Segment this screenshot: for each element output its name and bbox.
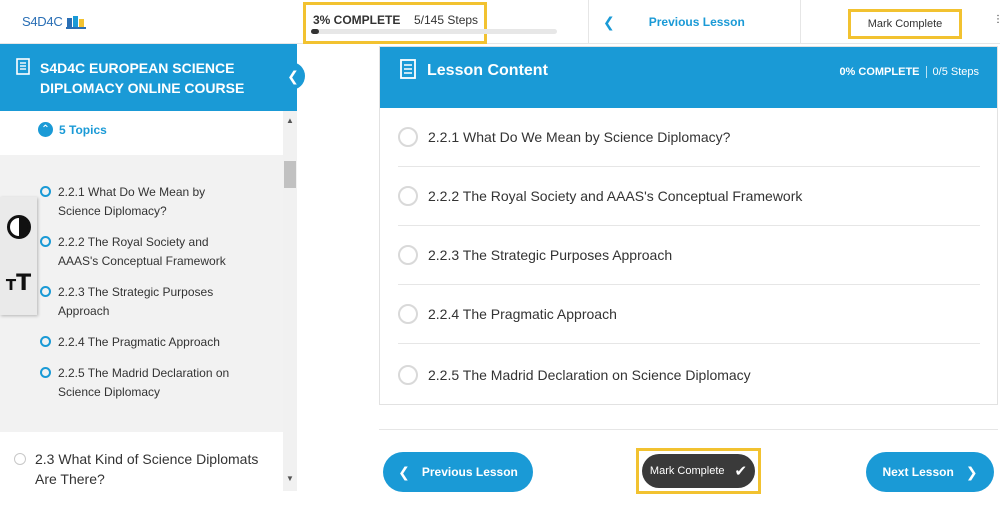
top-bar: S4D4C 3% COMPLETE 5/145 Steps ❮ Previous… [0, 0, 1000, 44]
sidebar-topic-label: 2.2.3 The Strategic Purposes Approach [58, 285, 214, 318]
scroll-down-arrow-icon[interactable]: ▼ [283, 471, 297, 485]
top-previous-lesson-label: Previous Lesson [648, 15, 745, 29]
lesson-topic-row[interactable]: 2.2.2 The Royal Society and AAAS's Conce… [398, 167, 980, 226]
lesson-topic-row[interactable]: 2.2.1 What Do We Mean by Science Diploma… [398, 108, 980, 167]
sidebar-lesson-item[interactable]: 2.3 What Kind of Science Diplomats Are T… [14, 449, 269, 489]
lesson-topic-row[interactable]: 2.2.3 The Strategic Purposes Approach [398, 226, 980, 285]
lesson-content-progress: 0% COMPLETE 0/5 Steps [839, 66, 979, 78]
logo-books-icon [66, 16, 87, 29]
mark-complete-button[interactable]: Mark Complete ✔ [642, 454, 755, 488]
progress-percent: 3% COMPLETE [313, 13, 401, 27]
topic-status-icon [40, 236, 51, 247]
book-icon [400, 59, 416, 79]
sidebar-topic-item[interactable]: 2.2.4 The Pragmatic Approach [40, 333, 250, 352]
lesson-topic-label: 2.2.4 The Pragmatic Approach [428, 306, 617, 322]
next-lesson-button[interactable]: Next Lesson ❯ [866, 452, 994, 492]
sidebar-body: ⌃ 5 Topics 2.2.1 What Do We Mean by Scie… [0, 111, 283, 491]
next-lesson-label: Next Lesson [882, 465, 954, 479]
mark-complete-highlight: Mark Complete ✔ [636, 448, 761, 494]
sidebar-topic-label: 2.2.2 The Royal Society and AAAS's Conce… [58, 235, 226, 268]
lesson-content-header: Lesson Content 0% COMPLETE 0/5 Steps [380, 47, 997, 108]
sidebar-header: S4D4C EUROPEAN SCIENCE DIPLOMACY ONLINE … [0, 44, 297, 111]
lesson-status-icon [14, 453, 26, 465]
check-icon: ✔ [734, 463, 748, 480]
sidebar-collapse-button[interactable]: ❮ [281, 62, 305, 90]
topic-status-icon [40, 367, 51, 378]
top-previous-lesson-button[interactable]: ❮ Previous Lesson [603, 0, 745, 44]
lesson-topic-row[interactable]: 2.2.4 The Pragmatic Approach [398, 285, 980, 344]
lesson-progress-percent: 0% COMPLETE [839, 66, 920, 78]
divider [588, 0, 589, 44]
lesson-topic-label: 2.2.2 The Royal Society and AAAS's Conce… [428, 188, 803, 204]
chevron-left-icon: ❮ [398, 463, 410, 480]
divider [925, 66, 927, 78]
book-icon [16, 58, 30, 75]
chevron-right-icon: ❯ [965, 463, 978, 480]
scroll-up-arrow-icon[interactable]: ▲ [283, 113, 297, 127]
lesson-topic-row[interactable]: 2.2.5 The Madrid Declaration on Science … [398, 345, 980, 404]
sidebar-topic-label: 2.2.1 What Do We Mean by Science Diploma… [58, 185, 206, 218]
lesson-progress-steps: 0/5 Steps [932, 66, 979, 78]
sidebar-topic-item[interactable]: 2.2.1 What Do We Mean by Science Diploma… [40, 183, 250, 221]
topic-incomplete-icon [398, 245, 418, 265]
course-title: S4D4C EUROPEAN SCIENCE DIPLOMACY ONLINE … [40, 60, 245, 96]
progress-bar [311, 29, 557, 34]
progress-bar-fill [311, 29, 319, 34]
topics-panel: 2.2.1 What Do We Mean by Science Diploma… [0, 155, 283, 432]
sidebar-lesson-label: 2.3 What Kind of Science Diplomats Are T… [35, 451, 259, 487]
contrast-icon [6, 215, 31, 239]
chevron-left-icon: ❮ [287, 67, 299, 84]
sidebar-scrollbar[interactable]: ▲ ▼ [283, 111, 297, 491]
previous-lesson-label: Previous Lesson [421, 465, 518, 479]
topics-toggle[interactable]: ⌃ 5 Topics [38, 122, 107, 137]
topic-incomplete-icon [398, 304, 418, 324]
lesson-topic-label: 2.2.1 What Do We Mean by Science Diploma… [428, 129, 731, 145]
progress-highlight: 3% COMPLETE 5/145 Steps [303, 2, 487, 44]
top-mark-complete-label: Mark Complete [867, 18, 943, 30]
previous-lesson-button[interactable]: ❮ Previous Lesson [383, 452, 533, 492]
topic-status-icon [40, 286, 51, 297]
lesson-topic-label: 2.2.5 The Madrid Declaration on Science … [428, 366, 751, 383]
topic-status-icon [40, 186, 51, 197]
text-size-icon: TT [5, 270, 32, 296]
chevron-left-icon: ❮ [603, 13, 615, 30]
logo-text: S4D4C [22, 13, 63, 29]
contrast-toggle-button[interactable] [0, 199, 37, 255]
logo[interactable]: S4D4C [22, 11, 87, 31]
top-mark-complete-button[interactable]: Mark Complete [848, 9, 962, 39]
topics-toggle-label: 5 Topics [59, 122, 107, 137]
footer-divider [379, 429, 998, 430]
sidebar-topic-item[interactable]: 2.2.5 The Madrid Declaration on Science … [40, 364, 250, 402]
sidebar-topic-item[interactable]: 2.2.3 The Strategic Purposes Approach [40, 283, 250, 321]
lesson-content-title: Lesson Content [427, 62, 548, 79]
topic-incomplete-icon [398, 127, 418, 147]
progress-steps: 5/145 Steps [414, 13, 479, 27]
lesson-content-card: Lesson Content 0% COMPLETE 0/5 Steps 2.2… [379, 46, 998, 405]
scrollbar-thumb[interactable] [284, 161, 296, 188]
sidebar-topic-item[interactable]: 2.2.2 The Royal Society and AAAS's Conce… [40, 233, 250, 271]
accessibility-panel: TT [0, 197, 37, 315]
divider [800, 0, 801, 44]
topic-status-icon [40, 336, 51, 347]
sidebar-topic-label: 2.2.4 The Pragmatic Approach [58, 335, 220, 349]
text-size-button[interactable]: TT [0, 255, 37, 311]
mark-complete-label: Mark Complete [649, 465, 725, 477]
topic-incomplete-icon [398, 186, 418, 206]
chevron-up-icon: ⌃ [38, 122, 53, 137]
sidebar-topic-label: 2.2.5 The Madrid Declaration on Science … [58, 366, 230, 399]
lesson-topic-label: 2.2.3 The Strategic Purposes Approach [428, 247, 673, 263]
more-icon[interactable]: ⋮ [993, 14, 1000, 25]
topic-incomplete-icon [398, 364, 418, 385]
